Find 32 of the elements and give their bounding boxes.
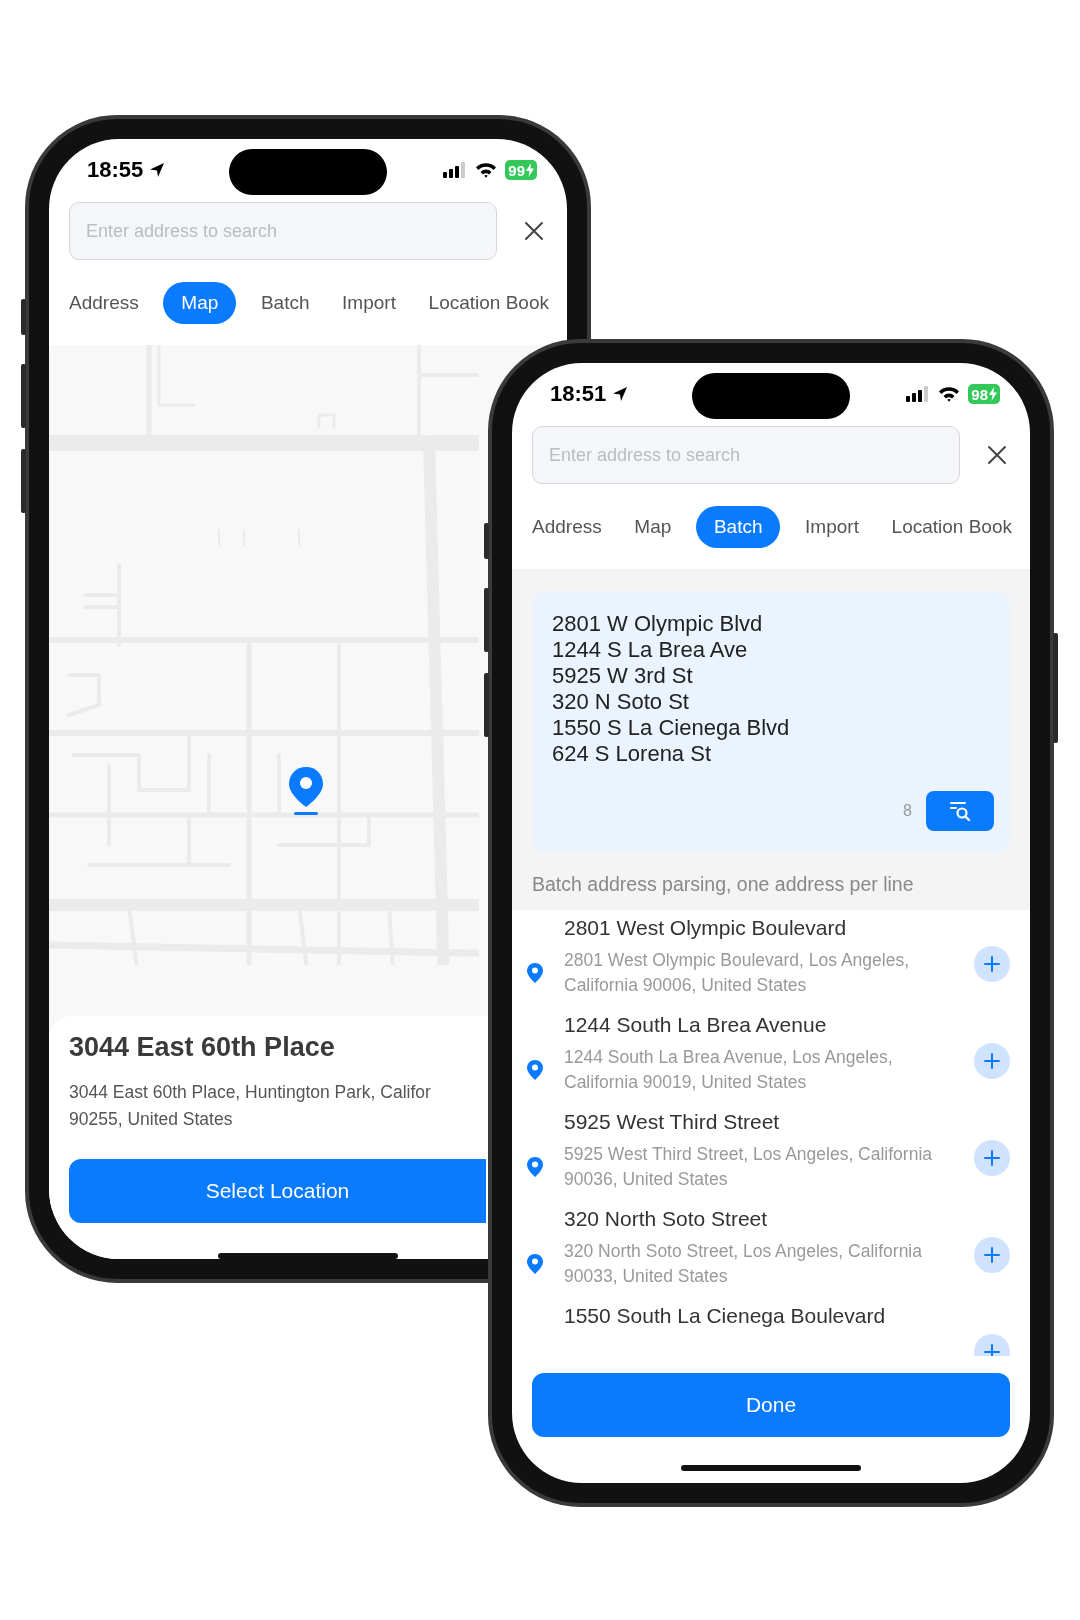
search-field[interactable]: Enter address to search — [69, 202, 497, 260]
result-title[interactable]: 2801 West Olympic Boulevard — [564, 916, 949, 940]
result-address: 320 North Soto Street, Los Angeles, California 90033, United States — [564, 1240, 923, 1288]
result-title[interactable]: 1550 South La Cienega Boulevard — [564, 1304, 949, 1328]
place-address: 3044 East 60th Place, Huntington Park, Califor 90255, United States — [69, 1081, 431, 1131]
result-address: 2801 West Olympic Boulevard, Los Angeles, California 90006, United States — [564, 949, 910, 997]
tab[interactable]: Address — [61, 282, 147, 324]
battery-indicator: 98 — [968, 384, 1000, 404]
status-time: 18:55 — [87, 157, 144, 183]
tab[interactable]: Import — [334, 282, 404, 324]
tab[interactable]: Batch — [695, 506, 781, 548]
result-title[interactable]: 320 North Soto Street — [564, 1207, 949, 1231]
select-location-button[interactable]: Select Location — [69, 1159, 486, 1223]
tab[interactable]: Import — [797, 506, 867, 548]
tab[interactable]: Map — [626, 506, 680, 548]
tab[interactable]: Location Book — [883, 506, 1020, 548]
result-address: 1244 South La Brea Avenue, Los Angeles, California 90019, United States — [564, 1046, 894, 1094]
hint-text: Batch address parsing, one address per line — [532, 873, 915, 896]
tab[interactable]: Address — [524, 506, 610, 548]
place-title: 3044 East 60th Place — [69, 1032, 335, 1063]
result-address: 5925 West Third Street, Los Angeles, California 90036, United States — [564, 1143, 934, 1191]
result-title[interactable]: 5925 West Third Street — [564, 1110, 949, 1134]
line-count: 8 — [903, 802, 912, 820]
result-title[interactable]: 1244 South La Brea Avenue — [564, 1013, 949, 1037]
status-time: 18:51 — [550, 381, 607, 407]
tab[interactable]: Batch — [252, 282, 318, 324]
search-field[interactable]: Enter address to search — [532, 426, 960, 484]
tab[interactable]: Location Book — [420, 282, 557, 324]
batch-input-field[interactable]: 2801 W Olympic Blvd 1244 S La Brea Ave 5925 W 3rd St 320 N Soto St 1550 S La Cienega Blvd 624 S Lorena St — [552, 611, 994, 791]
done-button[interactable]: Done — [532, 1373, 1010, 1437]
battery-indicator: 99 — [505, 160, 537, 180]
tab[interactable]: Map — [163, 282, 237, 324]
